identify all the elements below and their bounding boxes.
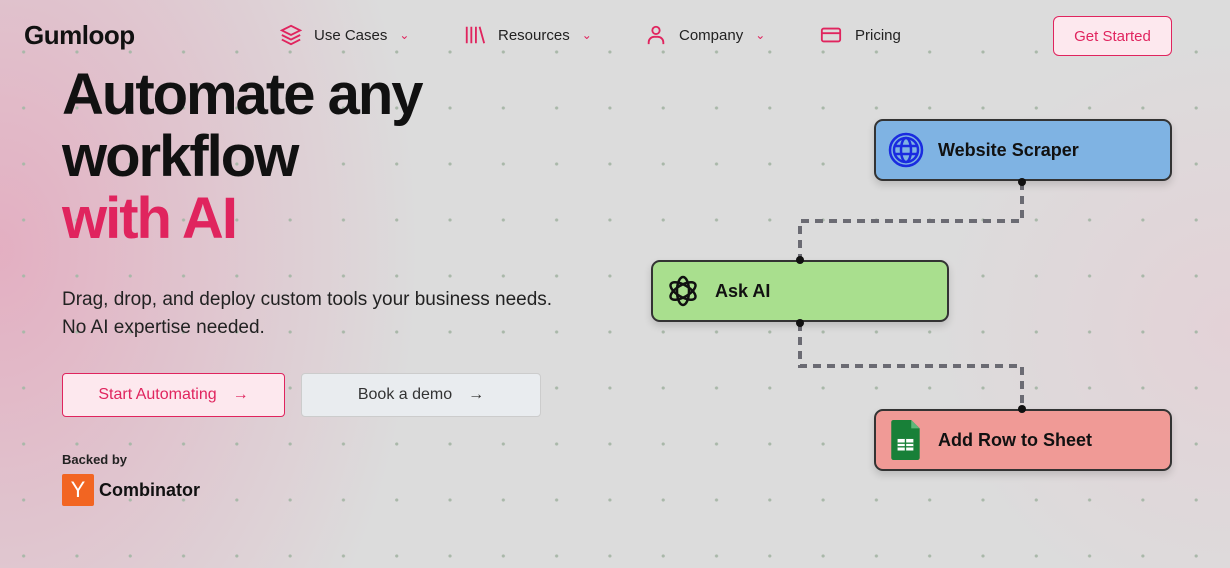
handle-dot (1018, 405, 1026, 413)
handle-dot (796, 256, 804, 264)
handle-dot (796, 319, 804, 327)
connector-handles (796, 178, 1026, 413)
handle-dot (1018, 178, 1026, 186)
